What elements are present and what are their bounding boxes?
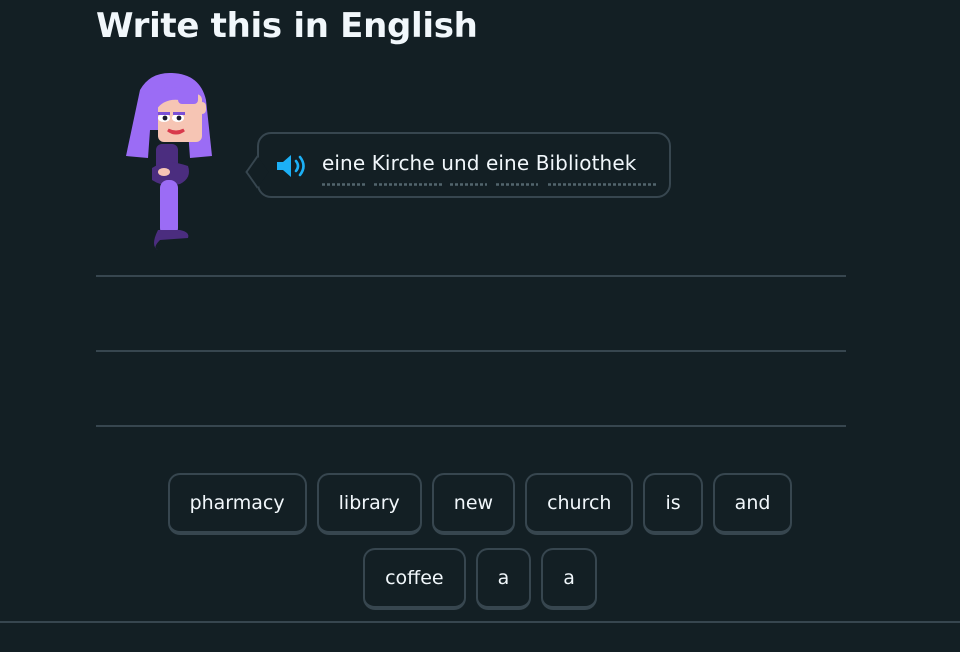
word-tile[interactable]: new: [431, 473, 516, 535]
answer-line-2: [96, 350, 846, 352]
lesson-page: Write this in English eine Kirche und ei…: [0, 0, 960, 652]
footer-divider: [0, 621, 960, 623]
word-tile[interactable]: is: [643, 473, 703, 535]
prompt-speech-bubble: eine Kirche und eine Bibliothek: [245, 132, 671, 198]
word-tile[interactable]: a: [541, 548, 597, 610]
word-bank-row-2: coffee a a: [0, 548, 960, 610]
word-tile[interactable]: a: [475, 548, 532, 610]
page-title: Write this in English: [96, 6, 478, 46]
word-tile[interactable]: library: [316, 473, 422, 535]
bubble-tail: [245, 155, 269, 189]
prompt-text[interactable]: eine Kirche und eine Bibliothek: [322, 151, 636, 175]
word-tile[interactable]: church: [525, 473, 634, 535]
word-tile[interactable]: pharmacy: [167, 473, 307, 535]
answer-line-3: [96, 425, 846, 427]
answer-line-1: [96, 275, 846, 277]
character-illustration: [126, 72, 212, 250]
word-bank-row-1: pharmacy library new church is and: [0, 473, 960, 535]
word-tile[interactable]: coffee: [363, 548, 466, 610]
word-tile[interactable]: and: [712, 473, 793, 535]
word-hint-underline: [322, 183, 658, 186]
speaker-icon[interactable]: [275, 151, 311, 181]
